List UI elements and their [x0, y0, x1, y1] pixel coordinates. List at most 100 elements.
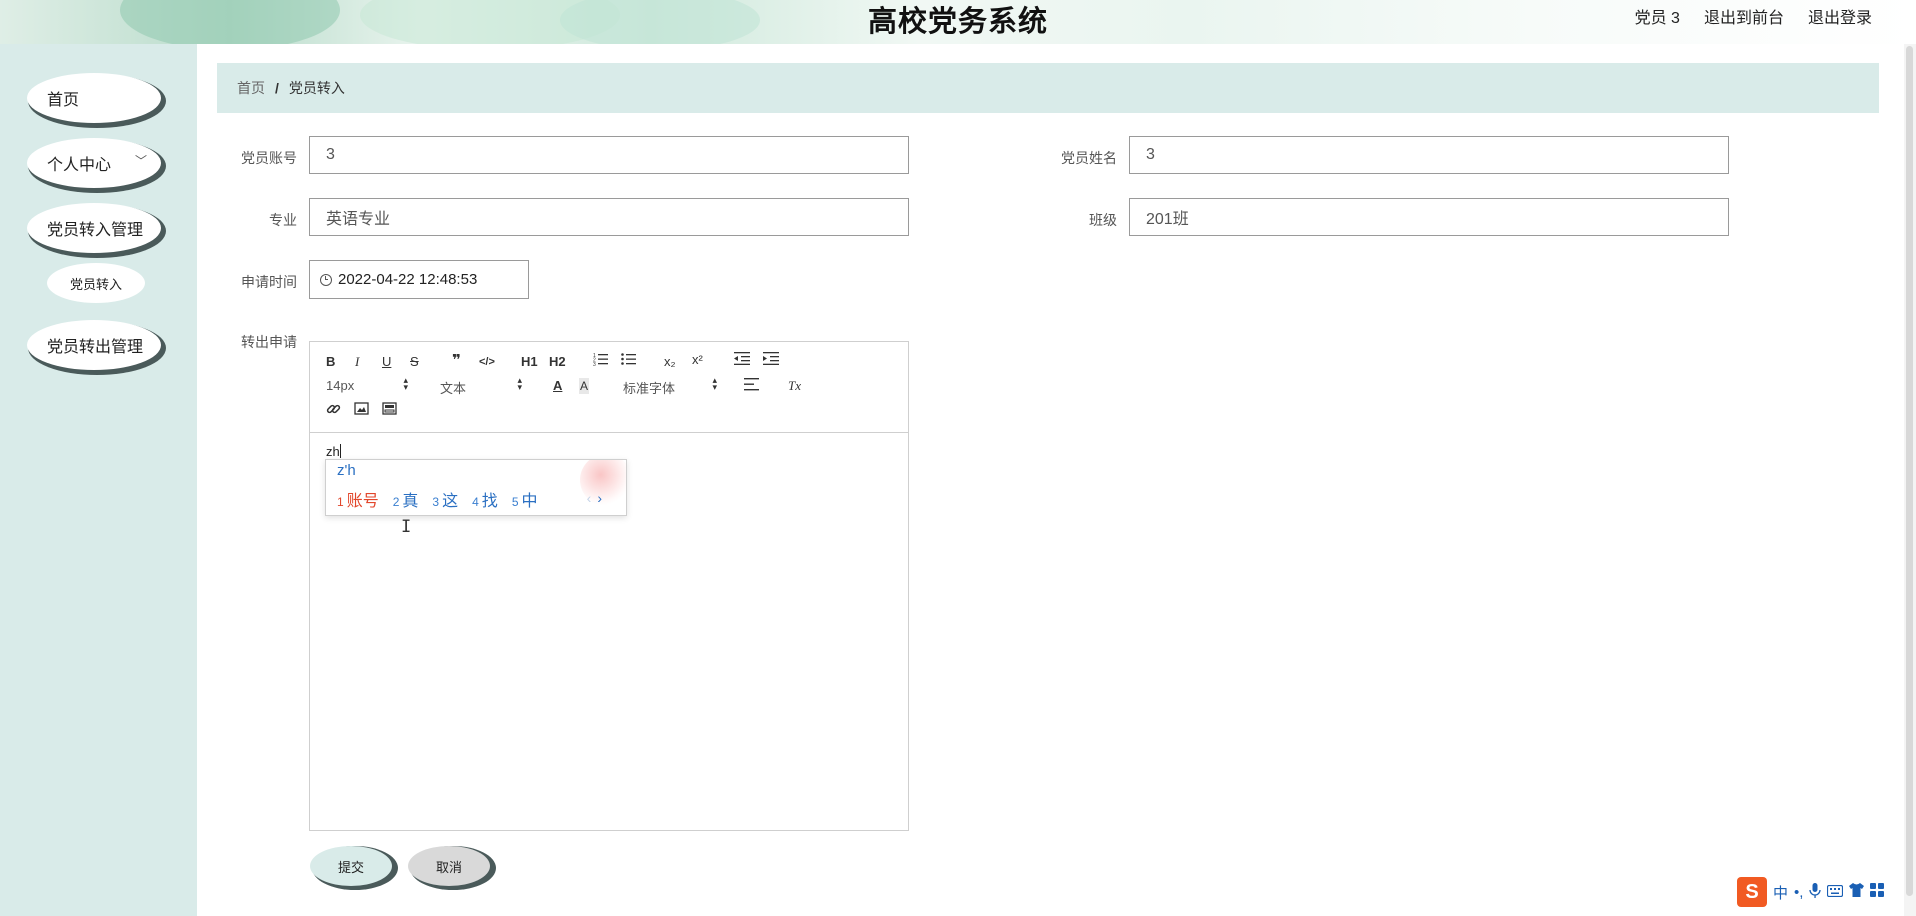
select-arrows-icon: ▴ ▾	[517, 375, 522, 392]
ime-candidate[interactable]: 5中	[512, 487, 538, 511]
ime-candidate[interactable]: 1 账号	[337, 487, 379, 511]
underline-button[interactable]: U	[382, 354, 391, 370]
cancel-button-label: 取消	[435, 859, 462, 875]
h2-button[interactable]: H2	[549, 354, 566, 370]
ordered-list-icon[interactable]: 123	[593, 352, 608, 370]
major-field[interactable]	[309, 198, 909, 236]
rich-text-editor: B I U S ❞ </> H1 H2 123 x₂ x² 14px ▴ ▾ 文本…	[309, 341, 909, 831]
front-link[interactable]: 退出到前台	[1704, 4, 1784, 28]
major-label: 专业	[269, 212, 297, 228]
bullet-list-icon[interactable]	[621, 352, 636, 370]
ime-punctuation-toggle[interactable]: •,	[1794, 884, 1803, 901]
microphone-icon[interactable]	[1809, 882, 1822, 902]
link-icon[interactable]	[326, 402, 341, 420]
h1-button[interactable]: H1	[521, 354, 538, 370]
ime-candidate-list: 1 账号 2真 3这 4找 5中	[337, 487, 538, 511]
ime-candidate-number: 4	[472, 495, 479, 509]
apply-time-picker[interactable]: 2022-04-22 12:48:53	[309, 260, 529, 299]
subscript-button[interactable]: x₂	[664, 354, 676, 370]
toolbox-grid-icon[interactable]	[1870, 883, 1885, 901]
submit-button-label: 提交	[337, 859, 364, 875]
sidebar-item-label: 个人中心	[47, 157, 112, 174]
ime-status-bar: S 中 •,	[1737, 877, 1885, 907]
ime-candidate[interactable]: 2真	[393, 487, 419, 511]
transfer-request-label: 转出申请	[241, 334, 297, 350]
paragraph-format-value: 文本	[440, 381, 467, 396]
svg-text:3: 3	[593, 362, 596, 366]
logout-link[interactable]: 退出登录	[1808, 4, 1872, 28]
ime-candidate-word: 真	[402, 493, 419, 510]
font-size-select[interactable]: 14px ▴ ▾	[326, 376, 408, 394]
italic-button[interactable]: I	[355, 354, 359, 370]
outdent-icon[interactable]	[734, 352, 750, 369]
sidebar-item-transfer-in-management[interactable]: 党员转入管理	[27, 203, 161, 253]
video-icon[interactable]	[382, 402, 397, 419]
paragraph-format-select[interactable]: 文本 ▴ ▾	[440, 375, 522, 397]
breadcrumb-separator: /	[275, 80, 279, 96]
ime-candidate-number: 5	[511, 495, 519, 509]
sidebar-item-home[interactable]: 首页	[27, 73, 161, 123]
chevron-down-icon: ﹀	[134, 154, 147, 168]
indent-icon[interactable]	[763, 352, 779, 369]
class-label: 班级	[1089, 212, 1117, 228]
apply-time-value: 2022-04-22 12:48:53	[338, 271, 478, 288]
account-label: 党员账号	[241, 150, 297, 166]
breadcrumb: 首页 / 党员转入	[217, 63, 1879, 113]
clock-icon	[320, 273, 332, 286]
ime-candidate-popup: z'h 1 账号 2真 3这 4找 5中 ‹ ›	[325, 459, 627, 516]
text-cursor-icon: I	[401, 517, 412, 537]
app-title: 高校党务系统	[867, 6, 1048, 38]
account-field[interactable]	[309, 136, 909, 174]
apply-time-label: 申请时间	[241, 274, 297, 290]
sidebar: 首页 个人中心 ﹀ 党员转入管理 党员转入 党员转出管理	[0, 44, 197, 916]
ime-candidate-word: 账号	[346, 493, 379, 510]
align-icon[interactable]	[744, 378, 759, 395]
background-color-icon[interactable]: A	[579, 378, 590, 394]
skin-shirt-icon[interactable]	[1849, 883, 1865, 901]
header-links: 党员 3 退出到前台 退出登录	[1635, 4, 1872, 28]
ime-language-toggle[interactable]: 中	[1773, 882, 1788, 903]
sidebar-subitem-transfer-in[interactable]: 党员转入	[47, 263, 145, 303]
text-caret	[339, 444, 341, 458]
ime-prev-page-icon[interactable]: ‹	[587, 490, 592, 506]
strike-button[interactable]: S	[410, 354, 419, 370]
page-scrollbar[interactable]	[1904, 44, 1916, 916]
sidebar-item-label: 党员转出管理	[47, 339, 144, 356]
clear-format-button[interactable]: Tx	[788, 378, 801, 394]
bold-button[interactable]: B	[326, 354, 335, 370]
font-family-select[interactable]: 标准字体 ▴ ▾	[623, 375, 717, 397]
scrollbar-thumb[interactable]	[1906, 46, 1913, 896]
sidebar-item-label: 党员转入管理	[47, 222, 144, 239]
sidebar-item-label: 首页	[47, 92, 80, 109]
ime-next-page-icon[interactable]: ›	[597, 490, 602, 506]
editor-toolbar: B I U S ❞ </> H1 H2 123 x₂ x² 14px ▴ ▾ 文本…	[310, 342, 908, 433]
ime-candidate[interactable]: 3这	[432, 487, 458, 511]
name-field[interactable]	[1129, 136, 1729, 174]
image-icon[interactable]	[354, 402, 369, 419]
ime-candidate-number: 3	[432, 495, 440, 509]
sogou-logo-icon[interactable]: S	[1737, 877, 1767, 907]
breadcrumb-home[interactable]: 首页	[237, 78, 265, 98]
keyboard-icon[interactable]	[1827, 884, 1844, 901]
ime-candidate[interactable]: 4找	[472, 487, 498, 511]
code-button[interactable]: </>	[479, 354, 495, 370]
sidebar-item-label: 党员转入	[69, 276, 122, 292]
ime-candidate-word: 中	[521, 493, 538, 510]
quote-button[interactable]: ❞	[452, 353, 461, 369]
superscript-button[interactable]: x²	[692, 352, 703, 368]
sidebar-item-personal-center[interactable]: 个人中心 ﹀	[27, 138, 161, 188]
submit-button[interactable]: 提交	[310, 846, 392, 886]
font-color-icon[interactable]: A	[553, 378, 562, 394]
user-label: 党员 3	[1634, 10, 1680, 27]
ime-composition: z'h	[337, 462, 356, 479]
ime-candidate-word: 找	[481, 493, 498, 510]
class-field[interactable]	[1129, 198, 1729, 236]
font-size-value: 14px	[326, 378, 355, 393]
editor-content[interactable]: zh	[326, 444, 341, 459]
sidebar-item-transfer-out-management[interactable]: 党员转出管理	[27, 320, 161, 370]
select-arrows-icon: ▴ ▾	[712, 375, 717, 392]
cancel-button[interactable]: 取消	[408, 846, 490, 886]
font-family-value: 标准字体	[623, 381, 676, 396]
ime-candidate-number: 1	[337, 495, 344, 509]
editor-text: zh	[326, 444, 340, 459]
